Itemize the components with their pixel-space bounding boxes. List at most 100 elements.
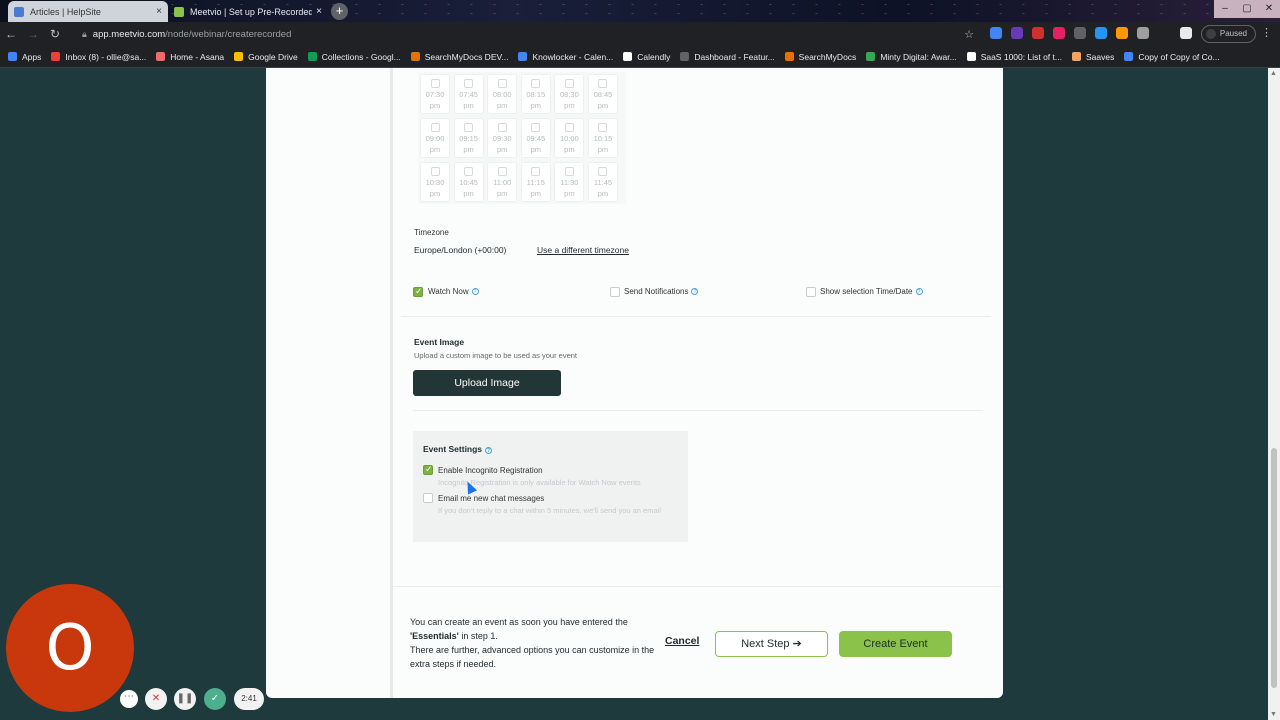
help-icon[interactable]: ? xyxy=(915,288,923,295)
close-window-icon[interactable]: ✕ xyxy=(1258,0,1280,18)
watch-now-label: Watch Now xyxy=(428,287,469,296)
extension-icon[interactable] xyxy=(1116,27,1128,39)
finish-recording-icon[interactable]: ✓ xyxy=(204,688,226,710)
change-timezone-link[interactable]: Use a different timezone xyxy=(537,245,629,255)
bookmark[interactable]: SaaS 1000: List of t... xyxy=(966,52,1062,62)
time-slot-checkbox[interactable] xyxy=(598,79,608,88)
scroll-down-icon[interactable]: ▼ xyxy=(1270,711,1277,718)
time-slot-checkbox[interactable] xyxy=(564,79,574,88)
bookmark[interactable]: Copy of Copy of Co... xyxy=(1124,52,1220,62)
time-slot-time: 11:30 xyxy=(560,178,579,187)
bookmark[interactable]: Google Drive xyxy=(234,52,298,62)
time-slot[interactable]: 11:15 pm xyxy=(520,162,551,202)
time-slot[interactable]: 08:15 pm xyxy=(520,74,551,114)
time-slot-checkbox[interactable] xyxy=(564,167,574,176)
incognito-checkbox[interactable] xyxy=(423,464,433,475)
scroll-up-icon[interactable]: ▲ xyxy=(1270,70,1277,77)
time-slot[interactable]: 10:30 pm xyxy=(420,162,450,202)
discard-recording-icon[interactable]: ✕ xyxy=(145,688,167,710)
time-slot[interactable]: 09:00 pm xyxy=(420,118,450,158)
bookmark-label: Minty Digital: Awar... xyxy=(880,51,957,62)
time-slot-ampm: pm xyxy=(496,145,508,154)
time-slot-checkbox[interactable] xyxy=(531,167,541,176)
time-slot[interactable]: 10:15 pm xyxy=(587,118,618,158)
upload-image-button[interactable]: Upload Image xyxy=(413,370,561,396)
extension-icon[interactable] xyxy=(1137,27,1149,39)
forward-icon[interactable]: → xyxy=(22,27,44,41)
bookmark[interactable]: SearchMyDocs DEV... xyxy=(410,52,508,62)
menu-kebab-icon[interactable]: ⋮ xyxy=(1261,26,1272,39)
extension-icon[interactable] xyxy=(1032,27,1044,39)
time-slot[interactable]: 07:30 pm xyxy=(420,74,450,114)
help-icon[interactable]: ? xyxy=(471,288,479,295)
next-step-button[interactable]: Next Step ➔ xyxy=(715,631,828,657)
bookmark[interactable]: Minty Digital: Awar... xyxy=(866,51,957,62)
close-icon[interactable]: × xyxy=(316,6,322,17)
bookmark[interactable]: Home - Asana xyxy=(156,52,224,62)
time-slot[interactable]: 10:45 pm xyxy=(453,162,484,202)
time-slot-checkbox[interactable] xyxy=(464,79,474,88)
time-slot-checkbox[interactable] xyxy=(464,123,474,132)
time-slot-checkbox[interactable] xyxy=(430,79,440,88)
cancel-button[interactable]: Cancel xyxy=(665,635,699,647)
minimize-icon[interactable]: – xyxy=(1214,0,1236,18)
time-slot[interactable]: 08:45 pm xyxy=(587,74,618,114)
url-field[interactable]: 🔒︎ app.meetvio.com/node/webinar/createre… xyxy=(72,25,982,43)
send-notifications-checkbox[interactable] xyxy=(610,287,620,297)
pause-recording-icon[interactable]: ❚❚ xyxy=(174,688,196,710)
bookmark[interactable]: SearchMyDocs xyxy=(784,52,856,62)
time-slot-checkbox[interactable] xyxy=(497,123,507,132)
email-chat-checkbox[interactable] xyxy=(423,493,433,503)
time-slot[interactable]: 09:15 pm xyxy=(453,118,484,158)
time-slot-checkbox[interactable] xyxy=(430,167,440,176)
time-slot-checkbox[interactable] xyxy=(497,79,507,88)
profile-paused-button[interactable]: Paused xyxy=(1200,25,1256,43)
time-slot[interactable]: 09:45 pm xyxy=(520,118,551,158)
time-slot-checkbox[interactable] xyxy=(464,167,474,176)
time-slot-checkbox[interactable] xyxy=(531,79,541,88)
tab-helpsite[interactable]: Articles | HelpSite × xyxy=(8,1,168,22)
page-scrollbar[interactable]: ▲ ▼ xyxy=(1268,68,1280,720)
extension-icon[interactable] xyxy=(1011,27,1023,39)
time-slot-checkbox[interactable] xyxy=(430,123,440,132)
maximize-icon[interactable]: ▢ xyxy=(1236,0,1258,18)
time-slot[interactable]: 11:30 pm xyxy=(554,162,585,202)
help-icon[interactable]: ? xyxy=(691,288,699,295)
bookmark[interactable]: Collections - Googl... xyxy=(307,52,401,62)
new-tab-button[interactable]: + xyxy=(331,3,348,20)
time-slot-checkbox[interactable] xyxy=(531,123,541,132)
extensions-puzzle-icon[interactable] xyxy=(1180,27,1192,39)
more-options-icon[interactable]: ⋯ xyxy=(120,690,138,708)
tab-meetvio[interactable]: Meetvio | Set up Pre-Recorded W × xyxy=(168,1,328,22)
time-slot-checkbox[interactable] xyxy=(497,167,507,176)
extension-icon[interactable] xyxy=(1095,27,1107,39)
bookmark[interactable]: Knowlocker - Calen... xyxy=(518,52,613,62)
bookmark-apps[interactable]: Apps xyxy=(8,52,41,62)
close-icon[interactable]: × xyxy=(156,6,162,17)
watch-now-checkbox[interactable] xyxy=(413,286,423,297)
time-slot[interactable]: 07:45 pm xyxy=(453,74,484,114)
time-slot[interactable]: 11:00 pm xyxy=(487,162,518,202)
create-event-button[interactable]: Create Event xyxy=(839,631,952,657)
reload-icon[interactable]: ↻ xyxy=(44,27,66,41)
time-slot-checkbox[interactable] xyxy=(564,123,574,132)
extension-icon[interactable] xyxy=(1074,27,1086,39)
bookmark-star-icon[interactable]: ☆ xyxy=(964,28,974,41)
time-slot[interactable]: 11:45 pm xyxy=(587,162,618,202)
time-slot[interactable]: 09:30 pm xyxy=(487,118,518,158)
extension-icon[interactable] xyxy=(1053,27,1065,39)
extension-icon[interactable] xyxy=(990,27,1002,39)
back-icon[interactable]: ← xyxy=(0,27,22,41)
bookmark[interactable]: Saaves xyxy=(1071,52,1114,62)
time-slot-checkbox[interactable] xyxy=(598,123,608,132)
time-slot[interactable]: 08:00 pm xyxy=(487,74,518,114)
bookmark[interactable]: Inbox (8) - ollie@sa... xyxy=(51,52,146,62)
show-selection-checkbox[interactable] xyxy=(806,287,816,297)
time-slot[interactable]: 08:30 pm xyxy=(554,74,585,114)
time-slot[interactable]: 10:00 pm xyxy=(554,118,585,158)
bookmark[interactable]: Calendly xyxy=(623,52,670,62)
time-slot-checkbox[interactable] xyxy=(598,167,608,176)
bookmark[interactable]: Dashboard - Featur... xyxy=(680,52,775,62)
scroll-thumb[interactable] xyxy=(1271,448,1277,688)
help-icon[interactable]: ? xyxy=(485,447,493,454)
